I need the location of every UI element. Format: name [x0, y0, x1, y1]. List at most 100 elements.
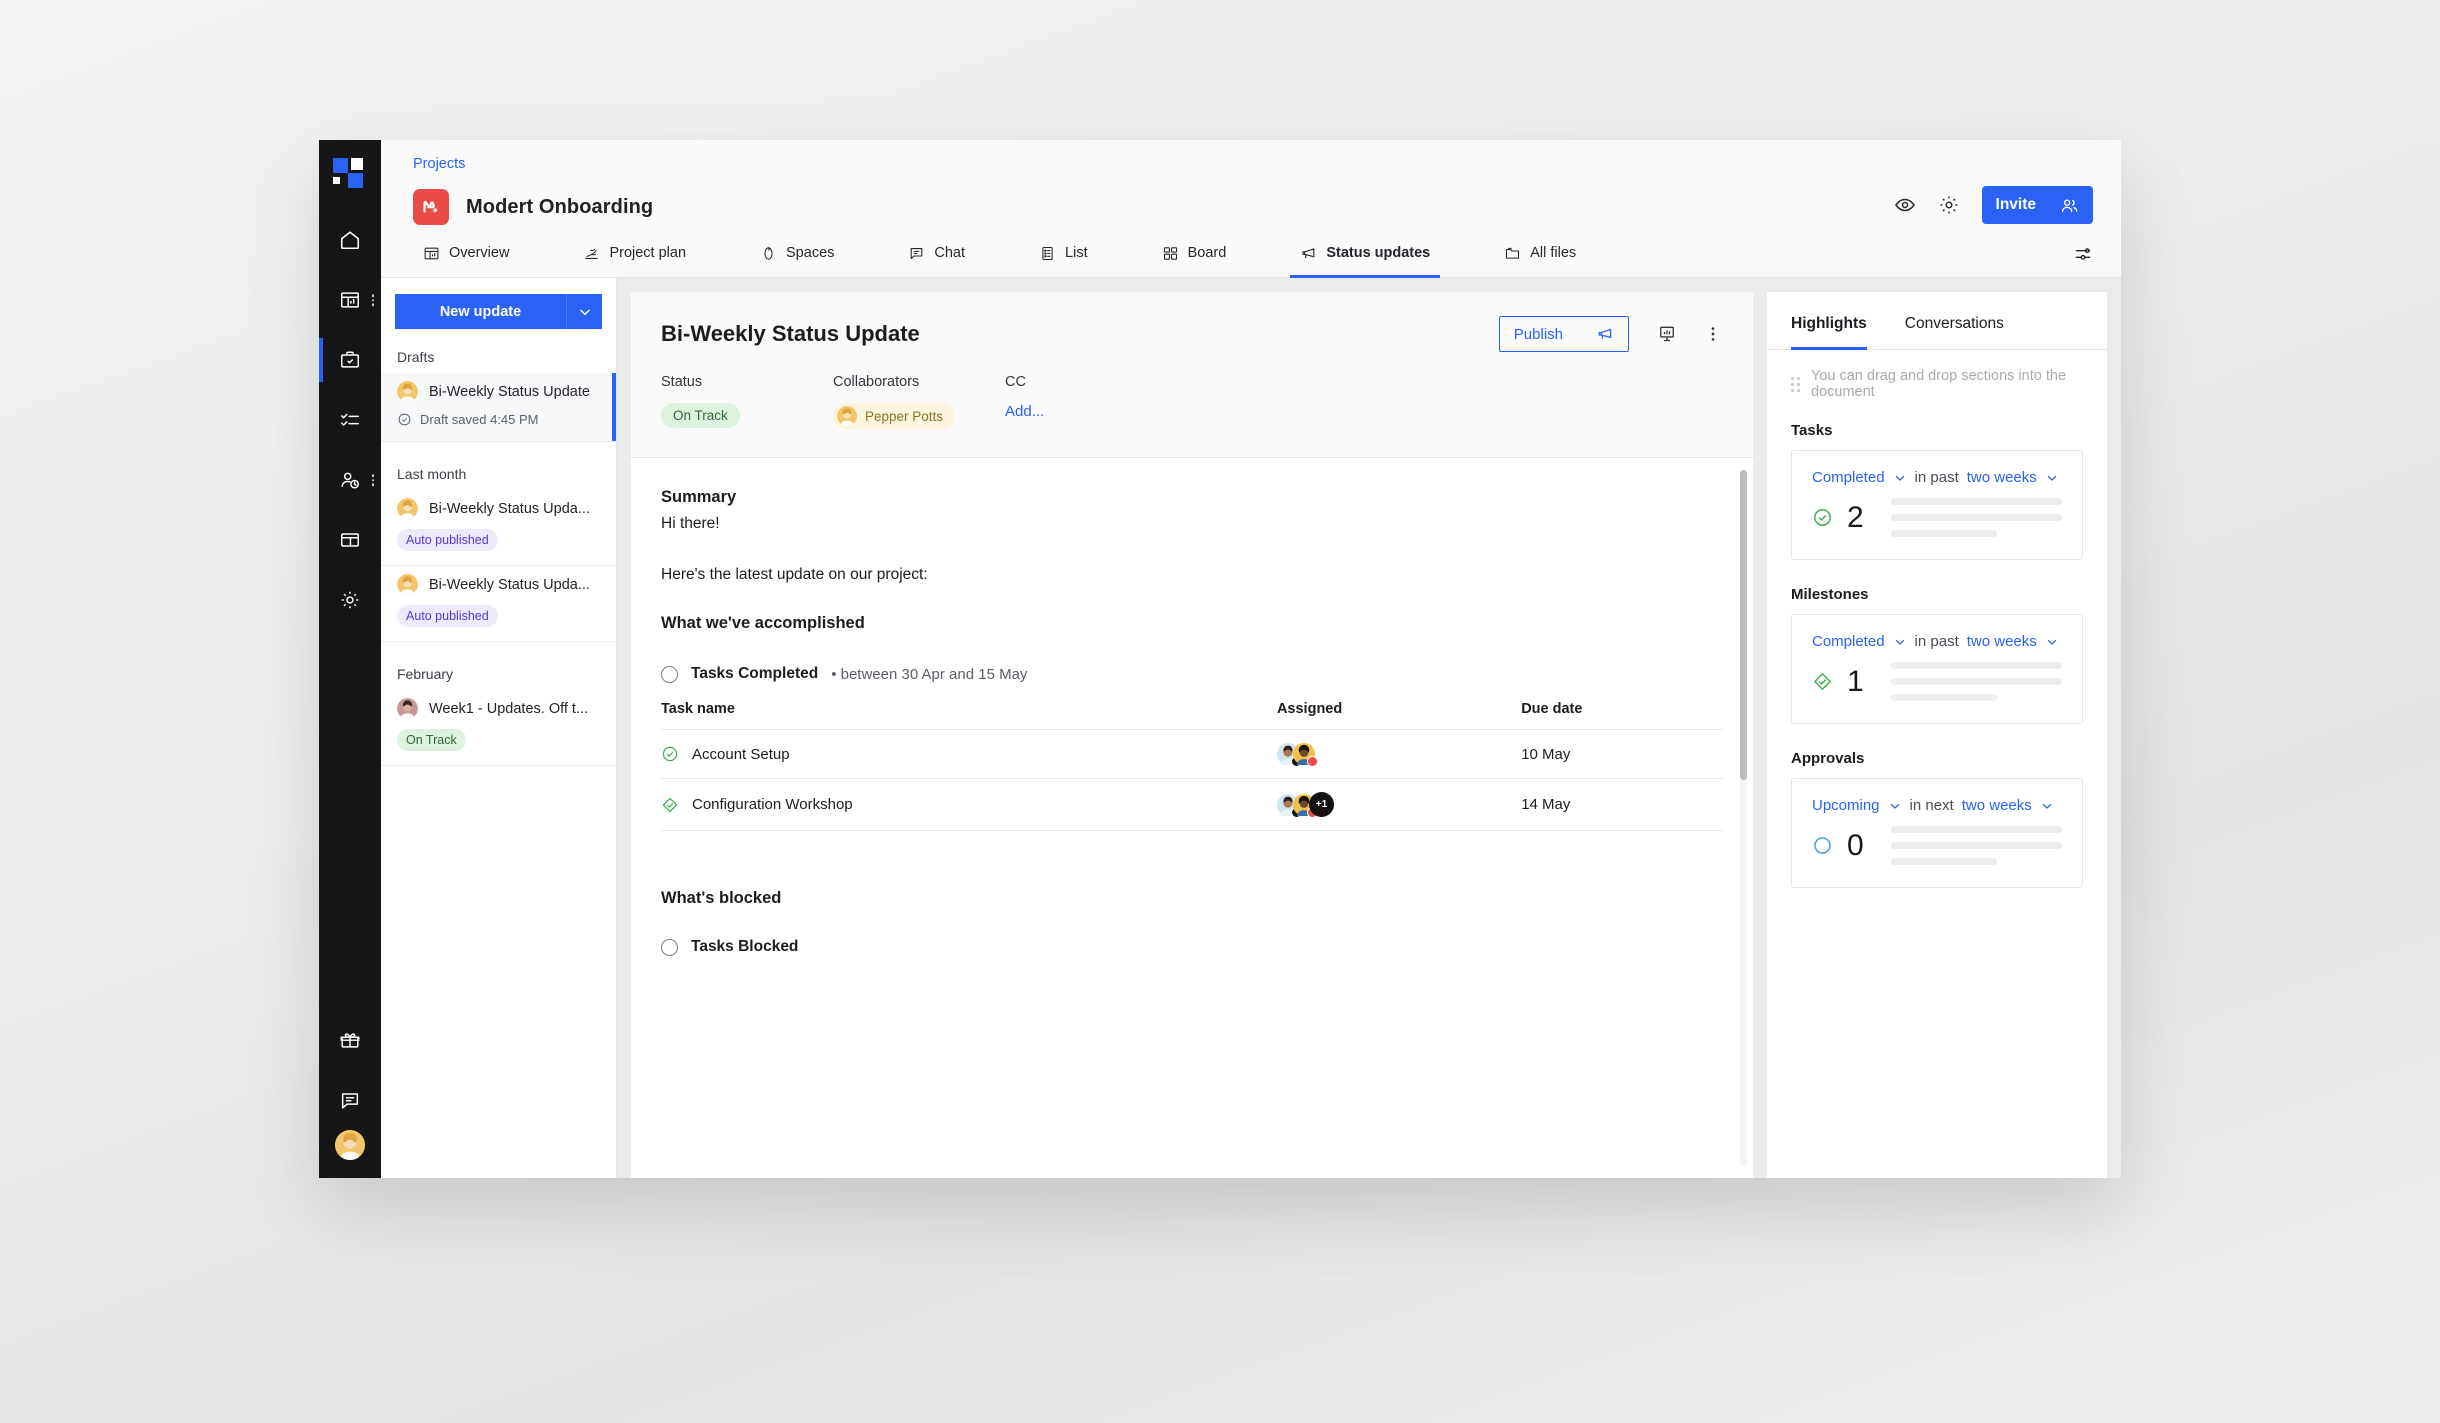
tab-overview[interactable]: Overview	[413, 231, 519, 278]
tab-spaces[interactable]: Spaces	[750, 231, 844, 278]
status-badge[interactable]: On Track	[661, 403, 740, 428]
project-title-row: Modert Onboarding	[413, 184, 2093, 230]
highlights-card-tasks: Completed in past two weeks 2	[1791, 450, 2083, 560]
list-item-subtitle: Draft saved 4:45 PM	[420, 412, 539, 427]
document-header: Bi-Weekly Status Update Publish Status	[631, 292, 1753, 457]
tab-list[interactable]: List	[1029, 231, 1098, 278]
board-icon	[1162, 245, 1179, 262]
filter-range[interactable]: two weeks	[1967, 633, 2037, 650]
eye-icon[interactable]	[1894, 194, 1916, 216]
stat-count: 2	[1847, 501, 1869, 535]
avatar-image	[335, 1130, 365, 1160]
check-circle-icon	[661, 745, 679, 763]
chevron-down-icon[interactable]	[2045, 471, 2059, 485]
filter-row: Completed in past two weeks	[1812, 633, 2062, 650]
tab-chat[interactable]: Chat	[898, 231, 975, 278]
table-header-row: Task name Assigned Due date	[661, 701, 1723, 730]
document-column: Bi-Weekly Status Update Publish Status	[617, 278, 1753, 1178]
table-row[interactable]: Configuration Workshop	[661, 779, 1723, 831]
gear-icon[interactable]	[1938, 194, 1960, 216]
placeholder-lines	[1883, 498, 2062, 537]
rail-item-feedback[interactable]	[319, 1070, 381, 1130]
highlights-section-title: Approvals	[1791, 750, 2083, 767]
rail-item-home[interactable]	[319, 210, 381, 270]
breadcrumb[interactable]: Projects	[413, 156, 2093, 172]
logo-square-4	[348, 173, 363, 188]
rail-item-board[interactable]	[319, 510, 381, 570]
rail-user-avatar[interactable]	[335, 1130, 365, 1160]
rail-item-dashboard[interactable]	[319, 270, 381, 330]
updates-sidebar: New update Drafts Bi-Weekly Status Updat…	[381, 278, 617, 1178]
app-logo[interactable]	[333, 158, 367, 188]
more-vertical-icon[interactable]	[1703, 324, 1723, 344]
filter-state[interactable]: Upcoming	[1812, 797, 1880, 814]
intro-text: Here's the latest update on our project:	[661, 566, 1723, 584]
present-icon[interactable]	[1657, 324, 1677, 344]
rail-overflow-dots[interactable]	[372, 474, 375, 486]
list-item[interactable]: Week1 - Updates. Off t... On Track	[381, 690, 616, 766]
project-glyph-icon	[420, 196, 442, 218]
drag-handle-icon[interactable]	[1791, 377, 1800, 392]
tab-status-updates[interactable]: Status updates	[1290, 231, 1440, 278]
list-item[interactable]: Bi-Weekly Status Upda... Auto published	[381, 566, 616, 642]
cc-add-button[interactable]: Add...	[1005, 403, 1044, 420]
collaborator-chip[interactable]: Pepper Potts	[833, 403, 955, 429]
tab-label: Project plan	[609, 245, 686, 261]
tab-highlights[interactable]: Highlights	[1791, 293, 1867, 350]
rail-item-people[interactable]	[319, 450, 381, 510]
assignee-avatars[interactable]: +1	[1277, 792, 1521, 817]
filter-mid: in next	[1910, 797, 1954, 814]
home-icon	[339, 229, 361, 251]
chevron-down-icon[interactable]	[1888, 799, 1902, 813]
assignee-avatars[interactable]	[1277, 743, 1521, 765]
gear-icon	[339, 589, 361, 611]
rail-item-whats-new[interactable]	[319, 1010, 381, 1070]
stat-count: 0	[1847, 829, 1869, 863]
scrollbar-thumb[interactable]	[1740, 470, 1747, 780]
rail-item-settings[interactable]	[319, 570, 381, 630]
spaces-icon	[760, 245, 777, 262]
table-row[interactable]: Account Setup	[661, 730, 1723, 779]
chevron-down-icon[interactable]	[1893, 471, 1907, 485]
document-body: Summary Hi there! Here's the latest upda…	[631, 458, 1753, 1178]
rail-item-tasks[interactable]	[319, 390, 381, 450]
publish-button[interactable]: Publish	[1499, 316, 1629, 352]
document-title[interactable]: Bi-Weekly Status Update	[661, 321, 1499, 347]
list-item[interactable]: Bi-Weekly Status Upda... Auto published	[381, 490, 616, 566]
tab-board[interactable]: Board	[1152, 231, 1237, 278]
list-item-subtitle-row: Draft saved 4:45 PM	[397, 412, 600, 427]
rail-overflow-dots[interactable]	[372, 294, 375, 306]
filter-range[interactable]: two weeks	[1962, 797, 2032, 814]
new-update-dropdown-button[interactable]	[566, 294, 602, 329]
filter-state[interactable]: Completed	[1812, 633, 1885, 650]
invite-label: Invite	[1996, 196, 2036, 214]
invite-button[interactable]: Invite	[1982, 186, 2093, 224]
chevron-down-icon[interactable]	[2040, 799, 2054, 813]
avatar-overflow-count[interactable]: +1	[1309, 792, 1334, 817]
filter-range[interactable]: two weeks	[1967, 469, 2037, 486]
column-header: Assigned	[1277, 701, 1521, 730]
tasks-table: Task name Assigned Due date	[661, 701, 1723, 831]
app-rail	[319, 140, 381, 1178]
list-item-title: Bi-Weekly Status Upda...	[429, 577, 590, 593]
tab-conversations[interactable]: Conversations	[1905, 293, 2004, 350]
check-circle-icon	[1812, 507, 1833, 528]
status-badge: Auto published	[397, 529, 498, 551]
tab-project-plan[interactable]: Project plan	[573, 231, 696, 278]
document-scrollbar[interactable]	[1740, 470, 1747, 1166]
meta-cc: CC Add...	[1005, 374, 1177, 431]
view-settings-icon[interactable]	[2073, 244, 2093, 264]
list-icon	[1039, 245, 1056, 262]
list-item[interactable]: Bi-Weekly Status Update Draft saved 4:45…	[381, 373, 616, 442]
rail-item-projects[interactable]	[319, 330, 381, 390]
tab-label: Board	[1188, 245, 1227, 261]
collaborator-name: Pepper Potts	[865, 409, 943, 424]
header-actions: Invite	[1894, 186, 2093, 224]
blocked-heading: What's blocked	[661, 889, 1723, 908]
new-update-button[interactable]: New update	[395, 294, 566, 329]
chevron-down-icon[interactable]	[1893, 635, 1907, 649]
tab-all-files[interactable]: All files	[1494, 231, 1586, 278]
dashboard-icon	[339, 289, 361, 311]
chevron-down-icon[interactable]	[2045, 635, 2059, 649]
filter-state[interactable]: Completed	[1812, 469, 1885, 486]
